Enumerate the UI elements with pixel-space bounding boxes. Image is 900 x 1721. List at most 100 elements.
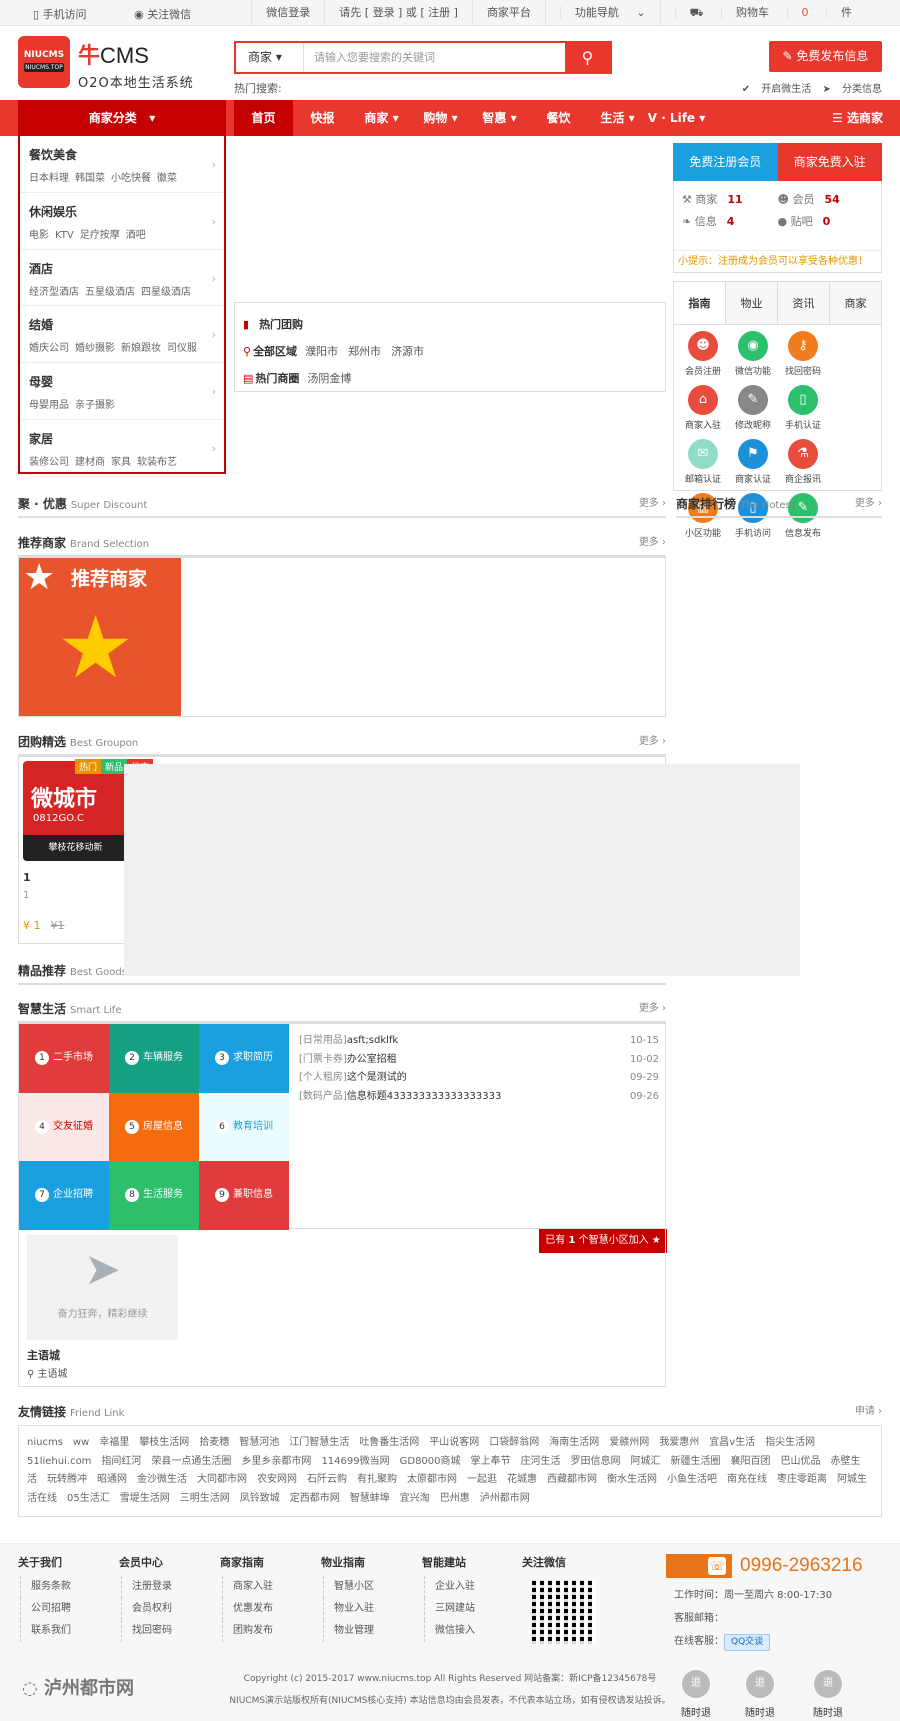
category-sub-link[interactable]: 日本料理: [29, 173, 69, 184]
wechat-login-link[interactable]: 微信登录: [251, 0, 324, 26]
friend-link[interactable]: 口袋醉翁网: [489, 1437, 539, 1448]
business-link[interactable]: 汤阴金博: [307, 372, 351, 385]
mobile-visit-link[interactable]: ▯ 手机访问: [33, 8, 109, 21]
category-title[interactable]: 结婚: [29, 316, 224, 333]
footer-link[interactable]: 会员权利: [121, 1598, 214, 1620]
friend-link[interactable]: 雪堤生活网: [120, 1493, 170, 1504]
nav-item[interactable]: 智惠 ▾: [470, 100, 529, 136]
category-sub-link[interactable]: 家具: [111, 457, 131, 468]
qq-chat-button[interactable]: QQ交谈: [724, 1634, 771, 1651]
guide-item[interactable]: ✉ 邮箱认证: [678, 439, 728, 493]
guide-item[interactable]: ⚗ 商企报讯: [778, 439, 828, 493]
quit-button-1[interactable]: 退随时退: [672, 1670, 720, 1719]
friend-link[interactable]: 平山说客网: [429, 1437, 479, 1448]
friend-link[interactable]: 智慧河池: [239, 1437, 279, 1448]
friend-link[interactable]: 农安网网: [257, 1474, 297, 1485]
register-member-button[interactable]: 免费注册会员: [673, 143, 778, 181]
footer-link[interactable]: 公司招聘: [20, 1598, 113, 1620]
category-group[interactable]: 结婚 婚庆公司 婚纱摄影 新娘跟妆 司仪服 ›: [20, 306, 224, 364]
category-group[interactable]: 家居 装修公司 建材商 家具 软装布艺 ›: [20, 420, 224, 477]
friend-link[interactable]: 有扎聚购: [357, 1474, 397, 1485]
category-sub-link[interactable]: 建材商: [75, 457, 105, 468]
nav-item[interactable]: 商家 ▾: [352, 100, 411, 136]
category-sub-link[interactable]: 软装布艺: [137, 457, 177, 468]
footer-link[interactable]: 企业入驻: [424, 1576, 517, 1598]
city-image-placeholder[interactable]: ➤ 奋力狂奔，精彩继续: [27, 1235, 178, 1340]
category-sub-link[interactable]: 酒吧: [126, 230, 146, 241]
category-group[interactable]: 母婴 母婴用品 亲子摄影 ›: [20, 363, 224, 420]
friend-link[interactable]: niucms: [27, 1437, 63, 1448]
search-button[interactable]: ⚲: [565, 43, 610, 72]
search-type-select[interactable]: 商家 ▾: [236, 43, 304, 72]
category-group[interactable]: 餐饮美食 日本料理 韩国菜 小吃快餐 徽菜 ›: [20, 136, 224, 193]
area-link[interactable]: 濮阳市: [305, 345, 338, 358]
friend-link[interactable]: 指间红河: [101, 1456, 141, 1467]
category-title[interactable]: 家居: [29, 430, 224, 447]
friend-link[interactable]: 巴州惠: [440, 1493, 470, 1504]
merchant-platform-link[interactable]: 商家平台: [471, 0, 545, 26]
friend-link[interactable]: 宜昌v生活: [709, 1437, 755, 1448]
more-link[interactable]: 更多 ›: [639, 531, 666, 555]
friend-link[interactable]: 玩转腾冲: [47, 1474, 87, 1485]
friend-link[interactable]: 襄阳百团: [731, 1456, 771, 1467]
search-input[interactable]: 请输入您要搜索的关键词: [304, 43, 565, 72]
friend-link[interactable]: 智慧蚌埠: [350, 1493, 390, 1504]
news-title[interactable]: 这个是测试的: [347, 1069, 630, 1088]
recommended-merchant-banner[interactable]: ★ 推荐商家 ★: [19, 558, 181, 716]
guide-item[interactable]: ⌂ 商家入驻: [678, 385, 728, 439]
friend-link[interactable]: 金沙微生活: [137, 1474, 187, 1485]
friend-link[interactable]: 小鱼生活吧: [667, 1474, 717, 1485]
guide-item[interactable]: ◉ 微信功能: [728, 331, 778, 385]
smart-category[interactable]: 1 二手市场: [19, 1024, 109, 1093]
friend-link[interactable]: 花城惠: [507, 1474, 537, 1485]
all-area-label[interactable]: 全部区域: [253, 345, 297, 358]
friend-link[interactable]: 幸福里: [99, 1437, 129, 1448]
merchant-category-toggle[interactable]: 商家分类 ▾: [18, 100, 226, 136]
news-item[interactable]: [日常用品] asft;sdklfk 10-15: [299, 1032, 659, 1051]
footer-link[interactable]: 团购发布: [222, 1620, 315, 1642]
guide-tab[interactable]: 指南: [674, 282, 725, 324]
friend-link[interactable]: 宜兴淘: [400, 1493, 430, 1504]
category-sub-link[interactable]: 母婴用品: [29, 400, 69, 411]
news-title[interactable]: 办公室招租: [347, 1051, 630, 1070]
more-link[interactable]: 更多 ›: [639, 997, 666, 1021]
friend-link[interactable]: 江门智慧生活: [289, 1437, 349, 1448]
category-sub-link[interactable]: 司仪服: [167, 343, 197, 354]
category-sub-link[interactable]: 经济型酒店: [29, 287, 79, 298]
smart-category[interactable]: 2 车辆服务: [109, 1024, 199, 1093]
friend-link[interactable]: 凤铃致城: [240, 1493, 280, 1504]
friend-link[interactable]: 太原都市网: [407, 1474, 457, 1485]
guide-item[interactable]: ✎ 修改昵称: [728, 385, 778, 439]
nav-item[interactable]: V · Life ▾: [647, 100, 706, 136]
friend-link[interactable]: 枣庄零距离: [777, 1474, 827, 1485]
friend-link[interactable]: 海南生活网: [549, 1437, 599, 1448]
friend-link[interactable]: 石阡云购: [307, 1474, 347, 1485]
friend-link[interactable]: 庄河生活: [521, 1456, 561, 1467]
category-group[interactable]: 酒店 经济型酒店 五星级酒店 四星级酒店 ›: [20, 250, 224, 307]
friend-link[interactable]: 阿城汇: [631, 1456, 661, 1467]
news-item[interactable]: [数码产品] 信息标题433333333333333333 09-26: [299, 1088, 659, 1107]
category-title[interactable]: 母婴: [29, 373, 224, 390]
friend-link[interactable]: 114699微当网: [321, 1456, 389, 1467]
category-sub-link[interactable]: 徽菜: [157, 173, 177, 184]
friend-link[interactable]: 罗田信息网: [571, 1456, 621, 1467]
friend-link[interactable]: 三明生活网: [180, 1493, 230, 1504]
nav-item[interactable]: 首页: [234, 100, 293, 136]
friend-link[interactable]: 泸州都市网: [480, 1493, 530, 1504]
open-life-link[interactable]: ✔ 开启微生活: [742, 84, 812, 95]
nav-item[interactable]: 餐饮: [529, 100, 588, 136]
smart-category[interactable]: 9 兼职信息: [199, 1161, 289, 1230]
smart-category[interactable]: 3 求职简历: [199, 1024, 289, 1093]
category-sub-link[interactable]: 婚纱摄影: [75, 343, 115, 354]
nav-item[interactable]: 购物 ▾: [411, 100, 470, 136]
category-sub-link[interactable]: 新娘跟妆: [121, 343, 161, 354]
login-register-link[interactable]: 请先 [ 登录 ] 或 [ 注册 ]: [324, 0, 472, 26]
function-nav-dropdown[interactable]: 功能导航 ⌄: [544, 0, 660, 26]
nav-item[interactable]: 快报: [293, 100, 352, 136]
friend-link[interactable]: 拾麦穗: [199, 1437, 229, 1448]
category-sub-link[interactable]: 小吃快餐: [111, 173, 151, 184]
category-sub-link[interactable]: 亲子摄影: [75, 400, 115, 411]
area-link[interactable]: 郑州市: [348, 345, 381, 358]
nav-item[interactable]: 生活 ▾: [588, 100, 647, 136]
friend-link[interactable]: 吐鲁番生活网: [359, 1437, 419, 1448]
